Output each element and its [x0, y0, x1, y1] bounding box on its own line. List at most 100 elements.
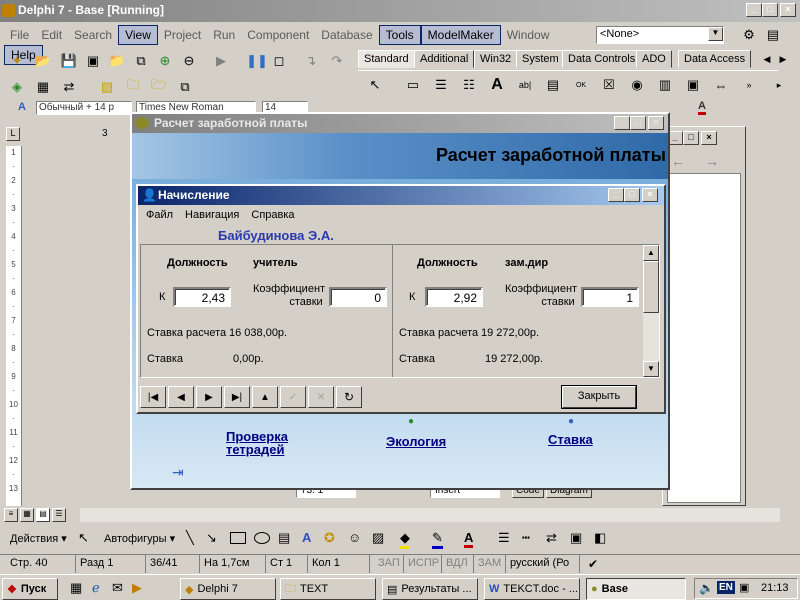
close-dialog-button[interactable]: Закрыть: [561, 385, 637, 409]
maximize-button[interactable]: □: [762, 3, 778, 17]
open-icon[interactable]: 📂: [32, 50, 54, 72]
add-file-icon[interactable]: ⊕: [154, 50, 176, 72]
tab-ado[interactable]: ADO: [636, 50, 672, 68]
actions-menu[interactable]: Действия ▾: [10, 532, 67, 545]
menu-edit[interactable]: Edit: [35, 26, 68, 44]
save-all-icon[interactable]: ▣: [82, 50, 104, 72]
close-button[interactable]: ×: [780, 3, 796, 17]
dialog-minimize-button[interactable]: _: [608, 188, 624, 202]
font-color-icon[interactable]: A: [698, 100, 706, 115]
rectangle-icon[interactable]: [230, 532, 246, 544]
new-form-icon[interactable]: ▧: [96, 76, 118, 98]
dialog-menu-file[interactable]: Файл: [140, 207, 179, 223]
chevron-down-icon[interactable]: ▼: [708, 27, 723, 41]
textbox-icon[interactable]: ▤: [278, 530, 290, 546]
menu-window[interactable]: Window: [501, 26, 556, 44]
wordart-icon[interactable]: A: [302, 530, 311, 545]
tray-app-icon[interactable]: ▣: [739, 581, 749, 594]
folder-icon[interactable]: 🗀: [122, 76, 144, 98]
task-delphi[interactable]: ◆ Delphi 7: [180, 578, 276, 600]
pause-icon[interactable]: ❚❚: [246, 50, 268, 72]
remove-file-icon[interactable]: ⊖: [178, 50, 200, 72]
tab-data-access[interactable]: Data Access: [678, 50, 752, 68]
coef-field[interactable]: 1: [581, 287, 639, 307]
windows-icon[interactable]: ⧉: [174, 76, 196, 98]
back-arrow-icon[interactable]: ←: [671, 153, 685, 169]
nav-last-button[interactable]: ▶|: [224, 386, 250, 408]
subwindow-maximize-button[interactable]: □: [683, 131, 699, 145]
dialog-menu-help[interactable]: Справка: [245, 207, 300, 223]
nav-first-button[interactable]: |◀: [140, 386, 166, 408]
save-icon[interactable]: 💾: [58, 50, 80, 72]
more-components-icon[interactable]: »: [738, 74, 760, 96]
print-view-icon[interactable]: ▤: [36, 508, 50, 522]
horizontal-scrollbar[interactable]: [80, 508, 780, 522]
normal-view-icon[interactable]: ≡: [4, 508, 18, 522]
tab-stop-selector[interactable]: L: [6, 127, 20, 141]
menu-modelmaker[interactable]: ModelMaker: [420, 25, 501, 45]
dialog-maximize-button[interactable]: □: [624, 188, 640, 202]
checkbox-icon[interactable]: ☒: [598, 74, 620, 96]
edit-icon[interactable]: ab|: [514, 74, 536, 96]
mainmenu-icon[interactable]: ☰: [430, 74, 452, 96]
menu-database[interactable]: Database: [315, 26, 378, 44]
diagram-icon[interactable]: ✪: [324, 530, 335, 546]
layout-icon[interactable]: ▤: [762, 24, 784, 46]
menu-search[interactable]: Search: [68, 26, 118, 44]
menu-project[interactable]: Project: [158, 26, 207, 44]
menu-file[interactable]: File: [4, 26, 35, 44]
coef-field[interactable]: 0: [329, 287, 387, 307]
quicklaunch-outlook-icon[interactable]: ✉: [112, 580, 123, 596]
memo-icon[interactable]: ▤: [542, 74, 564, 96]
quicklaunch-media-icon[interactable]: ▶: [132, 580, 142, 596]
nav-next-button[interactable]: ▶: [196, 386, 222, 408]
shadow-icon[interactable]: ▣: [570, 530, 582, 546]
task-text-folder[interactable]: 🗀 TEXT: [280, 578, 376, 600]
volume-icon[interactable]: 🔈: [699, 581, 714, 595]
line-icon[interactable]: ╲: [186, 530, 194, 546]
arrow-icon[interactable]: ↘: [206, 530, 217, 546]
minimize-button[interactable]: _: [746, 3, 762, 17]
quicklaunch-ie-icon[interactable]: ℯ: [92, 580, 100, 596]
link-check-notebooks[interactable]: Проверка тетрадей: [226, 430, 288, 456]
component-icon[interactable]: ⚙: [738, 24, 760, 46]
picture-icon[interactable]: ▨: [372, 530, 384, 546]
subwindow-close-button[interactable]: ×: [701, 131, 717, 145]
task-base[interactable]: ● Base: [586, 578, 686, 600]
step-over-icon[interactable]: ↷: [326, 50, 348, 72]
combobox-icon[interactable]: ▣: [682, 74, 704, 96]
menu-component[interactable]: Component: [241, 26, 315, 44]
new-icon[interactable]: ✦: [6, 50, 28, 72]
dash-style-icon[interactable]: ┅: [522, 530, 530, 546]
nav-refresh-button[interactable]: ↻: [336, 386, 362, 408]
link-ecology[interactable]: Экология: [386, 434, 446, 449]
view-form-icon[interactable]: ▦: [32, 76, 54, 98]
object-selector[interactable]: <None> ▼: [596, 26, 724, 44]
label-icon[interactable]: A: [486, 74, 508, 96]
nav-post-button[interactable]: ✓: [280, 386, 306, 408]
main-minimize-button[interactable]: _: [614, 116, 630, 130]
oval-icon[interactable]: [254, 532, 270, 544]
grid-scrollbar[interactable]: ▲ ▼: [643, 245, 659, 377]
3d-icon[interactable]: ◧: [594, 530, 606, 546]
palette-scroll-right-icon[interactable]: ▶: [776, 48, 790, 70]
outline-view-icon[interactable]: ☰: [52, 508, 66, 522]
tab-data-controls[interactable]: Data Controls: [562, 50, 642, 68]
open-folder-icon[interactable]: 🗁: [148, 76, 170, 98]
tab-standard[interactable]: Standard: [358, 50, 415, 68]
autoshapes-menu[interactable]: Автофигуры ▾: [104, 532, 175, 545]
link-rate[interactable]: Ставка: [548, 432, 593, 447]
line-color-icon[interactable]: ✎: [432, 530, 443, 549]
styles-icon[interactable]: A: [18, 101, 26, 113]
program-reset-icon[interactable]: ◻: [268, 50, 290, 72]
style-box[interactable]: Обычный + 14 р: [36, 101, 132, 115]
task-results[interactable]: ▤ Результаты ...: [382, 578, 478, 600]
scroll-up-icon[interactable]: ▲: [643, 245, 659, 261]
k-field[interactable]: 2,92: [425, 287, 483, 307]
select-objects-icon[interactable]: ↖: [78, 530, 89, 546]
run-icon[interactable]: ▶: [210, 50, 232, 72]
menu-run[interactable]: Run: [207, 26, 241, 44]
start-button[interactable]: ❖ Пуск: [2, 578, 58, 600]
exit-icon[interactable]: ⇥: [172, 464, 184, 481]
open-project-icon[interactable]: 📁: [106, 50, 128, 72]
